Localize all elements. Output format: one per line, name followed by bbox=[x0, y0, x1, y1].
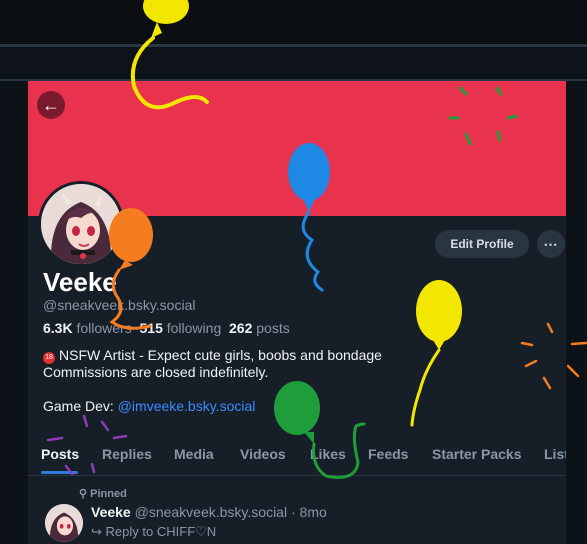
back-button[interactable]: ← bbox=[37, 91, 65, 119]
post-author[interactable]: Veeke bbox=[91, 504, 131, 520]
following-link[interactable]: 515 following bbox=[140, 320, 222, 336]
edit-profile-button[interactable]: Edit Profile bbox=[435, 230, 529, 258]
following-label: following bbox=[166, 320, 222, 336]
pinned-label: Pinned bbox=[90, 488, 127, 500]
tab-feeds[interactable]: Feeds bbox=[368, 446, 408, 462]
post-separator: · bbox=[290, 504, 296, 520]
followers-label: followers bbox=[76, 320, 132, 336]
profile-bio: 18 NSFW Artist - Expect cute girls, boobs… bbox=[43, 347, 382, 415]
bio-line-2: Commissions are closed indefinitely. bbox=[43, 364, 269, 380]
post-handle[interactable]: @sneakveek.bsky.social bbox=[135, 504, 287, 520]
followers-count: 6.3K bbox=[43, 320, 73, 336]
toolbar-strip bbox=[0, 47, 587, 79]
post-header: Veeke @sneakveek.bsky.social · 8mo bbox=[91, 504, 327, 520]
profile-tabs: Posts Replies Media Videos Likes Feeds S… bbox=[28, 439, 566, 476]
avatar-illustration bbox=[41, 184, 121, 264]
bio-gamedev-prefix: Game Dev: bbox=[43, 398, 118, 414]
profile-avatar[interactable] bbox=[38, 181, 124, 267]
post-avatar-illustration bbox=[45, 504, 83, 542]
bio-line-1: NSFW Artist - Expect cute girls, boobs a… bbox=[59, 347, 382, 363]
tab-replies[interactable]: Replies bbox=[102, 446, 152, 462]
followers-link[interactable]: 6.3K followers bbox=[43, 320, 132, 336]
arrow-left-icon: ← bbox=[42, 95, 60, 115]
active-tab-indicator bbox=[41, 471, 78, 474]
post-avatar[interactable] bbox=[45, 504, 83, 542]
browser-top-bar bbox=[0, 0, 587, 44]
age-18-icon: 18 bbox=[43, 352, 55, 364]
tab-media[interactable]: Media bbox=[174, 446, 214, 462]
ellipsis-icon: ⋯ bbox=[543, 235, 559, 252]
profile-panel: ← Edit Profile ⋯ Veeke @sneakveek.bsky.s… bbox=[28, 81, 566, 544]
reply-to-user[interactable]: CHIFF♡N bbox=[157, 524, 216, 539]
tab-likes[interactable]: Likes bbox=[310, 446, 346, 462]
more-options-button[interactable]: ⋯ bbox=[537, 230, 565, 258]
left-gutter bbox=[0, 81, 28, 544]
reply-arrow-icon: ↪ bbox=[91, 524, 102, 539]
pinned-indicator: ⚲ Pinned bbox=[79, 487, 127, 500]
right-gutter bbox=[566, 81, 587, 544]
profile-display-name: Veeke bbox=[43, 267, 117, 297]
reply-to-prefix: Reply to bbox=[105, 524, 154, 539]
reply-to-line: ↪ Reply to CHIFF♡N bbox=[91, 524, 216, 540]
profile-handle: @sneakveek.bsky.social bbox=[43, 297, 196, 313]
tab-posts[interactable]: Posts bbox=[41, 446, 79, 462]
tab-lists[interactable]: List bbox=[544, 446, 566, 462]
pin-icon: ⚲ bbox=[79, 488, 88, 500]
tab-videos[interactable]: Videos bbox=[240, 446, 286, 462]
posts-count: 262 bbox=[229, 320, 253, 336]
posts-label: posts bbox=[256, 320, 290, 336]
tab-starter-packs[interactable]: Starter Packs bbox=[432, 446, 522, 462]
following-count: 515 bbox=[139, 320, 163, 336]
profile-stats: 6.3K followers 515 following 262 posts bbox=[43, 320, 290, 336]
post-time[interactable]: 8mo bbox=[300, 504, 327, 520]
gamedev-mention-link[interactable]: @imveeke.bsky.social bbox=[118, 398, 256, 414]
